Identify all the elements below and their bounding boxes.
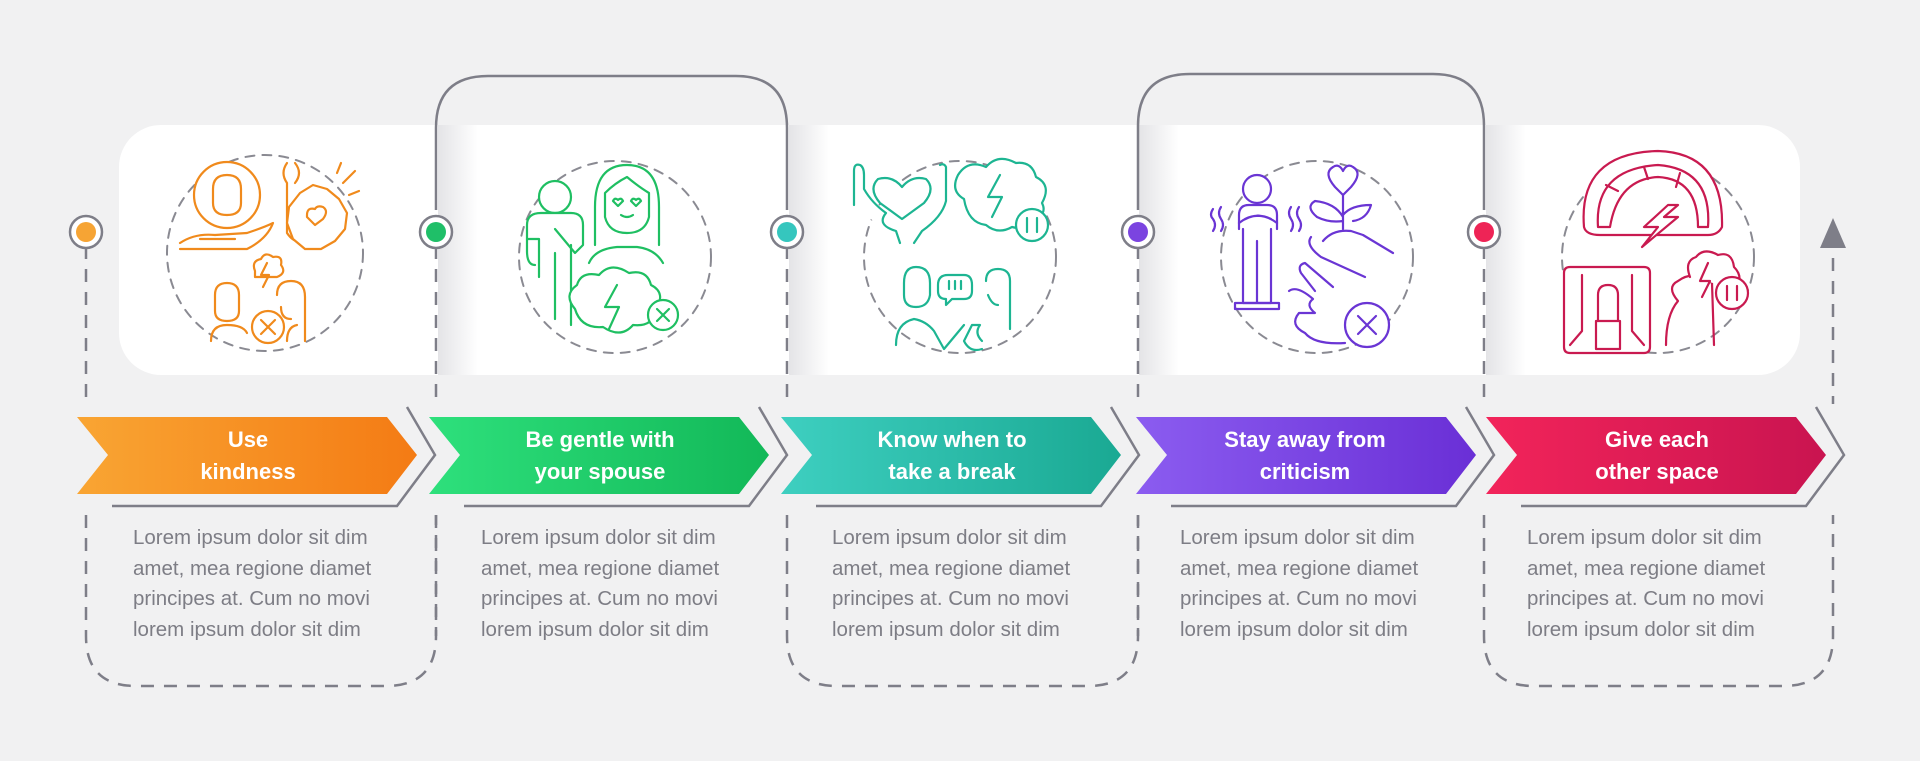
gentle-spouse-icon: [505, 145, 725, 365]
step-title: Use kindness: [200, 426, 296, 484]
kindness-icon: [155, 145, 375, 365]
step-marker-dot: [426, 222, 446, 242]
step-description: Lorem ipsum dolor sit dim amet, mea regi…: [133, 526, 372, 641]
step-title: Be gentle with your spouse: [525, 426, 675, 484]
step-marker-dot: [777, 222, 797, 242]
step-description: Lorem ipsum dolor sit dim amet, mea regi…: [832, 526, 1071, 641]
step-description: Lorem ipsum dolor sit dim amet, mea regi…: [481, 526, 720, 641]
step-title: Know when to take a break: [877, 426, 1027, 484]
infographic: Use kindness Be gentle with your spouse …: [0, 0, 1920, 761]
step-description: Lorem ipsum dolor sit dim amet, mea regi…: [1527, 526, 1766, 641]
avoid-criticism-icon: [1205, 145, 1425, 365]
step-marker-dot: [76, 222, 96, 242]
personal-space-icon: [1548, 145, 1768, 365]
step-marker-dot: [1474, 222, 1494, 242]
step-marker-dot: [1128, 222, 1148, 242]
step-title: Give each other space: [1595, 426, 1719, 484]
take-break-icon: [852, 145, 1072, 365]
step-title: Stay away from criticism: [1224, 426, 1386, 484]
banners-layer: [68, 214, 1846, 508]
step-description: Lorem ipsum dolor sit dim amet, mea regi…: [1180, 526, 1419, 641]
